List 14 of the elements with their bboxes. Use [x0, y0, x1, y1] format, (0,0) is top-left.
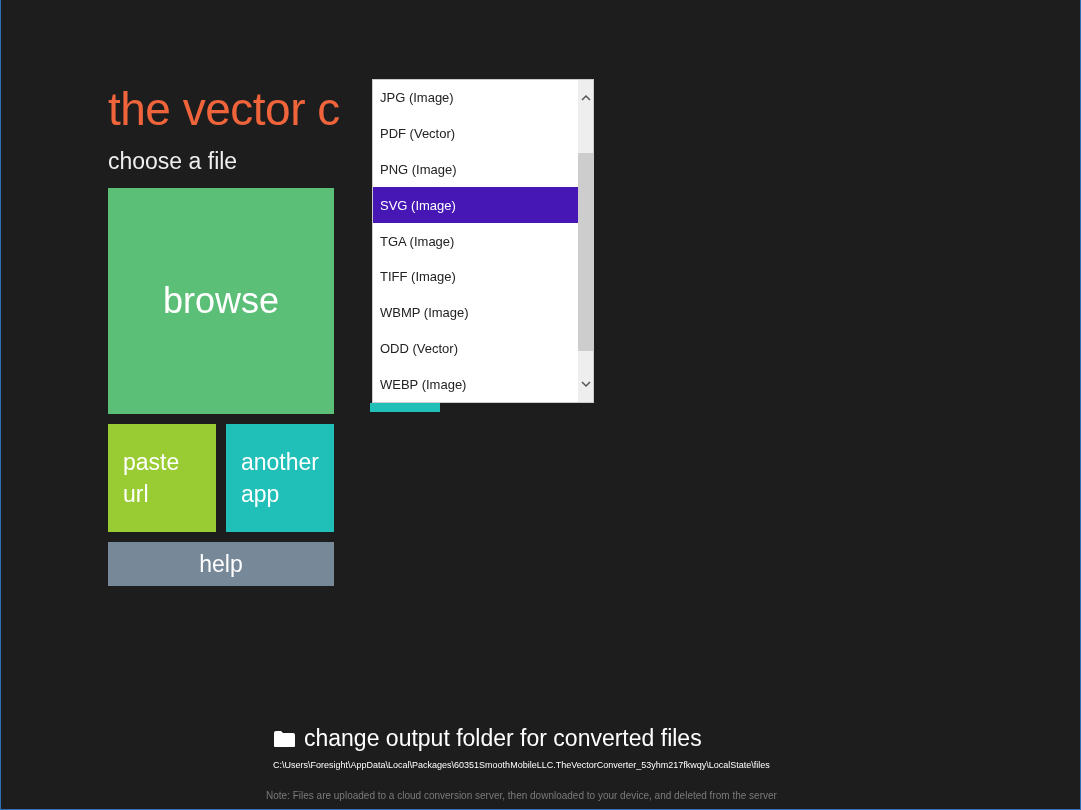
app-title: the vector c — [108, 82, 340, 137]
folder-icon — [273, 729, 296, 748]
tile-button[interactable]: help — [108, 542, 334, 586]
scrollbar[interactable] — [578, 80, 593, 402]
change-folder-button[interactable]: change output folder for converted files — [273, 725, 702, 752]
folder-path: C:\Users\Foresight\AppData\Local\Packages\60351SmoothMobileLLC.TheVectorConverter_53yhm217fkwqy\LocalState\files — [273, 760, 770, 770]
scroll-down-icon[interactable] — [581, 381, 591, 388]
scroll-up-icon[interactable] — [581, 94, 591, 101]
note-text: Note: Files are uploaded to a cloud conversion server, then downloaded to your device, and deleted from the server — [266, 790, 777, 801]
format-option[interactable]: SVG (Image) — [373, 187, 578, 224]
format-dropdown[interactable]: JPG (Image) PDF (Vector) PNG (Image) SVG (Image) TGA (Image) TIFF (Image) WBMP (Image) ODD (Vector) WEBP (Image) — [372, 79, 594, 403]
scroll-thumb[interactable] — [578, 153, 593, 351]
section-heading: choose a file — [108, 147, 238, 176]
convert-button[interactable] — [370, 403, 440, 412]
